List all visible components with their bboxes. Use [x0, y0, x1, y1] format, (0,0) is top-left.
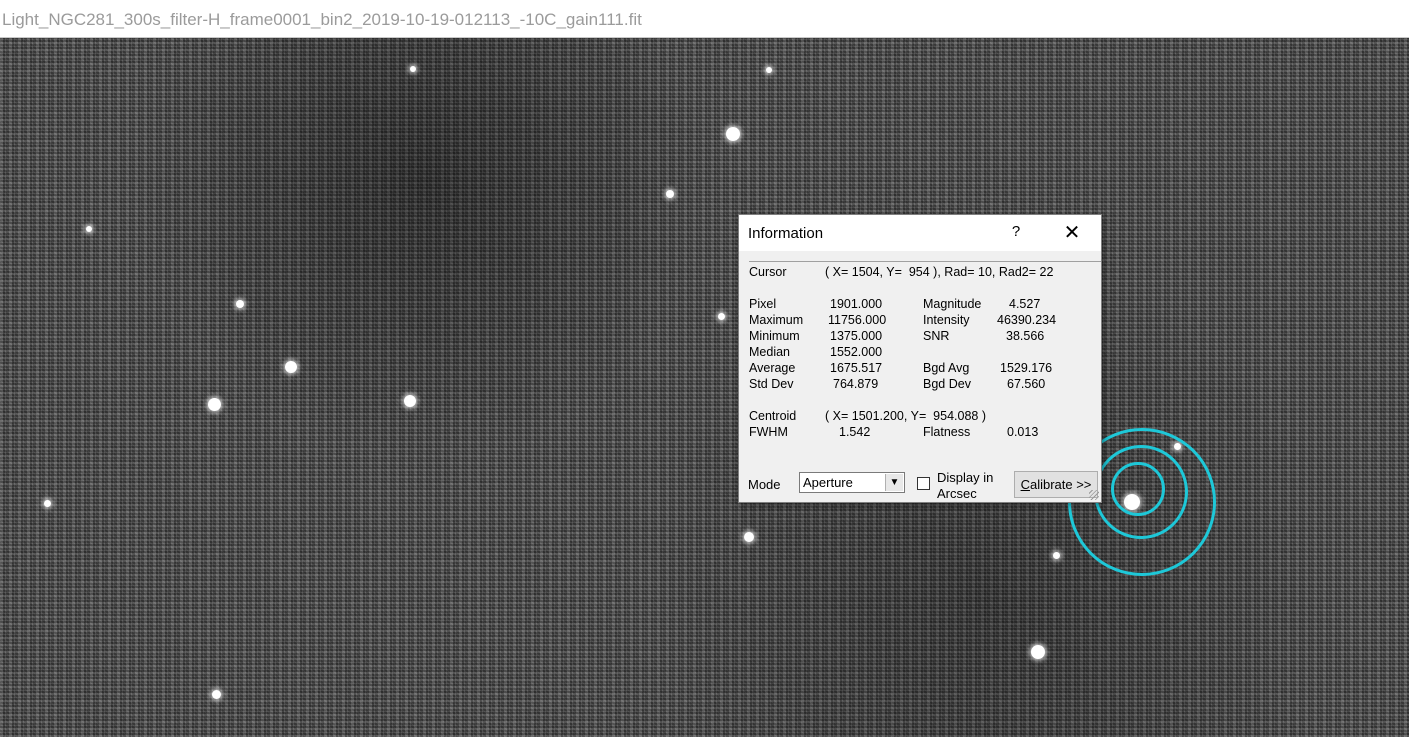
fits-image-view[interactable] — [0, 38, 1409, 737]
cursor-label: Cursor — [749, 265, 787, 279]
star — [404, 395, 416, 407]
stat-label: Magnitude — [923, 297, 982, 311]
stat-value: 1529.176 — [1000, 361, 1053, 375]
stat-value: 4.527 — [1009, 297, 1041, 311]
stat-label: Bgd Avg — [923, 361, 970, 375]
stat-value: 46390.234 — [997, 313, 1057, 327]
star — [1031, 645, 1045, 659]
display-arcsec-label-line2: Arcsec — [937, 486, 977, 501]
mode-label: Mode — [748, 477, 781, 492]
star — [766, 67, 772, 73]
stat-label: Average — [749, 361, 796, 375]
stat-value: 1901.000 — [830, 297, 883, 311]
dialog-titlebar[interactable]: Information ? ✕ — [739, 215, 1101, 251]
star — [1053, 552, 1060, 559]
flatness-value: 0.013 — [1007, 425, 1039, 439]
close-button[interactable]: ✕ — [1057, 221, 1087, 245]
stat-value: 1552.000 — [830, 345, 883, 359]
information-dialog[interactable]: Information ? ✕ Cursor ( X= 1504, Y= 954… — [738, 214, 1102, 503]
mode-select[interactable]: Aperture ▼ — [799, 472, 905, 493]
stat-label: Intensity — [923, 313, 970, 327]
stat-value: 11756.000 — [828, 313, 887, 327]
star — [86, 226, 92, 232]
stat-value: 1375.000 — [830, 329, 883, 343]
display-arcsec-checkbox[interactable] — [917, 477, 930, 490]
dialog-title: Information — [748, 225, 824, 242]
info-panel: Cursor ( X= 1504, Y= 954 ), Rad= 10, Rad… — [749, 261, 1101, 448]
fwhm-value: 1.542 — [839, 425, 871, 439]
star — [726, 127, 740, 141]
window-title: Light_NGC281_300s_filter-H_frame0001_bin… — [2, 10, 642, 29]
stat-label: Pixel — [749, 297, 777, 311]
calibrate-button[interactable]: Calibrate >> — [1014, 471, 1098, 498]
centroid-value: ( X= 1501.200, Y= 954.088 ) — [825, 409, 987, 423]
stat-label: Maximum — [749, 313, 804, 327]
star — [208, 398, 221, 411]
stat-value: 1675.517 — [830, 361, 883, 375]
star — [410, 66, 416, 72]
cursor-value: ( X= 1504, Y= 954 ), Rad= 10, Rad2= 22 — [825, 265, 1054, 279]
display-arcsec-label[interactable]: Display in Arcsec — [937, 470, 1007, 502]
centroid-label: Centroid — [749, 409, 797, 423]
star — [744, 532, 754, 542]
star — [666, 190, 674, 198]
window-titlebar: Light_NGC281_300s_filter-H_frame0001_bin… — [0, 0, 1409, 38]
star — [718, 313, 725, 320]
star — [285, 361, 297, 373]
fwhm-label: FWHM — [749, 425, 788, 439]
calibrate-accel-key: C — [1020, 477, 1030, 492]
display-arcsec-label-line1: Display in — [937, 470, 994, 485]
resize-grip[interactable] — [1089, 490, 1099, 500]
star — [212, 690, 221, 699]
stat-label: Median — [749, 345, 790, 359]
stat-label: SNR — [923, 329, 950, 343]
star — [236, 300, 244, 308]
flatness-label: Flatness — [923, 425, 971, 439]
help-button[interactable]: ? — [1005, 223, 1027, 243]
star — [44, 500, 51, 507]
stat-value: 764.879 — [833, 377, 879, 391]
stat-label: Std Dev — [749, 377, 794, 391]
stat-value: 67.560 — [1007, 377, 1046, 391]
chevron-down-icon[interactable]: ▼ — [885, 474, 903, 491]
stat-value: 38.566 — [1006, 329, 1045, 343]
stat-label: Minimum — [749, 329, 800, 343]
mode-selected-value: Aperture — [803, 475, 853, 490]
calibrate-button-label: alibrate >> — [1029, 477, 1092, 492]
stat-label: Bgd Dev — [923, 377, 971, 391]
